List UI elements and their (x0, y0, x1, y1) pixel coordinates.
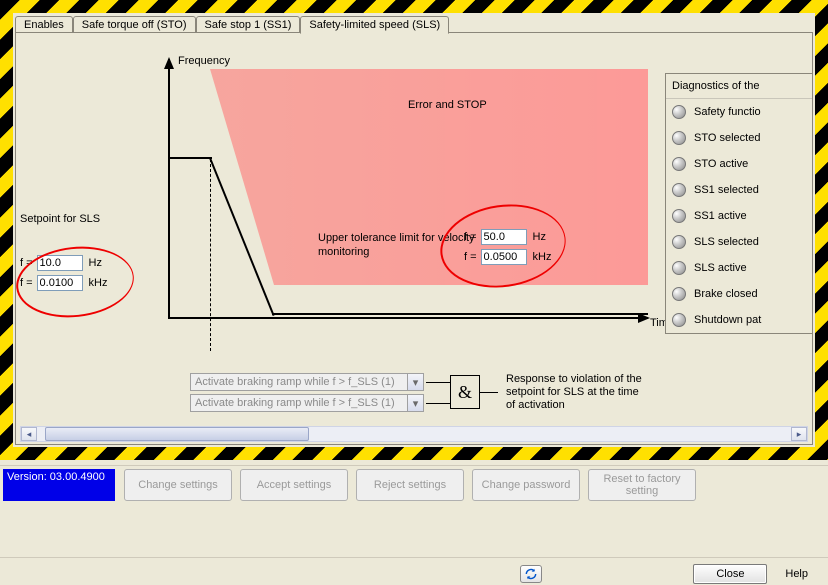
chart-f1-unit: Hz (533, 231, 546, 243)
diagnostics-title: Diagnostics of the (666, 74, 812, 99)
and-wire (426, 382, 450, 383)
chart-f1-label: f = (464, 231, 477, 243)
hazard-frame: Enables Safe torque off (STO) Safe stop … (0, 0, 828, 460)
led-icon (672, 157, 686, 171)
diag-item-label: STO selected (694, 132, 760, 144)
setpoint-f1-unit: Hz (89, 257, 102, 269)
tab-sls[interactable]: Safety-limited speed (SLS) (300, 16, 449, 34)
setpoint-f2-label: f = (20, 277, 33, 289)
led-icon (672, 105, 686, 119)
and-wire (426, 403, 450, 404)
horizontal-scrollbar[interactable]: ◂ ▸ (20, 426, 808, 442)
diag-item-label: SLS active (694, 262, 747, 274)
refresh-icon[interactable] (520, 565, 542, 583)
led-icon (672, 313, 686, 327)
led-icon (672, 261, 686, 275)
diagnostics-panel: Diagnostics of the Safety functio STO se… (665, 73, 812, 334)
scroll-left-icon[interactable]: ◂ (21, 427, 37, 441)
diag-item-label: STO active (694, 158, 748, 170)
bottom-bar: Version: 03.00.4900 Change settings Acce… (0, 465, 828, 545)
setpoint-title: Setpoint for SLS (20, 213, 156, 225)
response-combo-1[interactable]: Activate braking ramp while f > f_SLS (1… (190, 373, 424, 391)
chevron-down-icon: ▾ (407, 395, 423, 411)
accept-settings-button[interactable]: Accept settings (240, 469, 348, 501)
diag-item-label: SS1 selected (694, 184, 759, 196)
setpoint-group: Setpoint for SLS f = Hz f = kHz (20, 213, 156, 295)
change-password-button[interactable]: Change password (472, 469, 580, 501)
led-icon (672, 287, 686, 301)
diag-item-label: Safety functio (694, 106, 761, 118)
and-wire (480, 392, 498, 393)
scroll-right-icon[interactable]: ▸ (791, 427, 807, 441)
setpoint-f1-label: f = (20, 257, 33, 269)
tabcontent-sls: Setpoint for SLS f = Hz f = kHz Frequenc… (15, 32, 813, 445)
settings-button-row: Change settings Accept settings Reject s… (124, 469, 696, 501)
axis-y (168, 59, 170, 319)
response-description: Response to violation of the setpoint fo… (506, 373, 646, 412)
response-combo-2-text: Activate braking ramp while f > f_SLS (1… (191, 397, 407, 409)
response-combo-2[interactable]: Activate braking ramp while f > f_SLS (1… (190, 394, 424, 412)
diag-item-label: Brake closed (694, 288, 758, 300)
status-bar: Close Help (0, 557, 828, 585)
tabstrip: Enables Safe torque off (STO) Safe stop … (13, 13, 815, 33)
chart-f1-input[interactable] (481, 229, 527, 245)
version-label: Version: 03.00.4900 (3, 469, 115, 501)
reject-settings-button[interactable]: Reject settings (356, 469, 464, 501)
chart-f2-input[interactable] (481, 249, 527, 265)
response-combo-1-text: Activate braking ramp while f > f_SLS (1… (191, 376, 407, 388)
sls-chart: Frequency Time Error and STOP Upper tole… (148, 59, 638, 359)
axis-x (168, 317, 648, 319)
response-combo-group: Activate braking ramp while f > f_SLS (1… (190, 373, 424, 415)
chevron-down-icon: ▾ (407, 374, 423, 390)
setpoint-f1-input[interactable] (37, 255, 83, 271)
chart-f2-label: f = (464, 251, 477, 263)
setpoint-f2-input[interactable] (37, 275, 83, 291)
led-icon (672, 183, 686, 197)
scrollpane: Setpoint for SLS f = Hz f = kHz Frequenc… (16, 33, 812, 426)
scroll-track[interactable] (37, 427, 791, 441)
setpoint-f2-unit: kHz (89, 277, 108, 289)
tolerance-label: Upper tolerance limit for velocity monit… (318, 231, 478, 259)
close-button[interactable]: Close (693, 564, 767, 584)
scroll-thumb[interactable] (45, 427, 309, 441)
chart-ylabel: Frequency (178, 55, 230, 67)
change-settings-button[interactable]: Change settings (124, 469, 232, 501)
chart-values: f = Hz f = kHz (464, 229, 552, 269)
led-icon (672, 131, 686, 145)
error-zone-label: Error and STOP (408, 99, 487, 111)
help-link[interactable]: Help (785, 568, 808, 580)
diag-item-label: SLS selected (694, 236, 759, 248)
diag-item-label: SS1 active (694, 210, 747, 222)
diag-item-label: Shutdown pat (694, 314, 761, 326)
and-gate: & (450, 375, 480, 409)
inner-pane: Enables Safe torque off (STO) Safe stop … (13, 13, 815, 447)
reset-factory-button[interactable]: Reset to factory setting (588, 469, 696, 501)
led-icon (672, 235, 686, 249)
led-icon (672, 209, 686, 223)
chart-f2-unit: kHz (533, 251, 552, 263)
